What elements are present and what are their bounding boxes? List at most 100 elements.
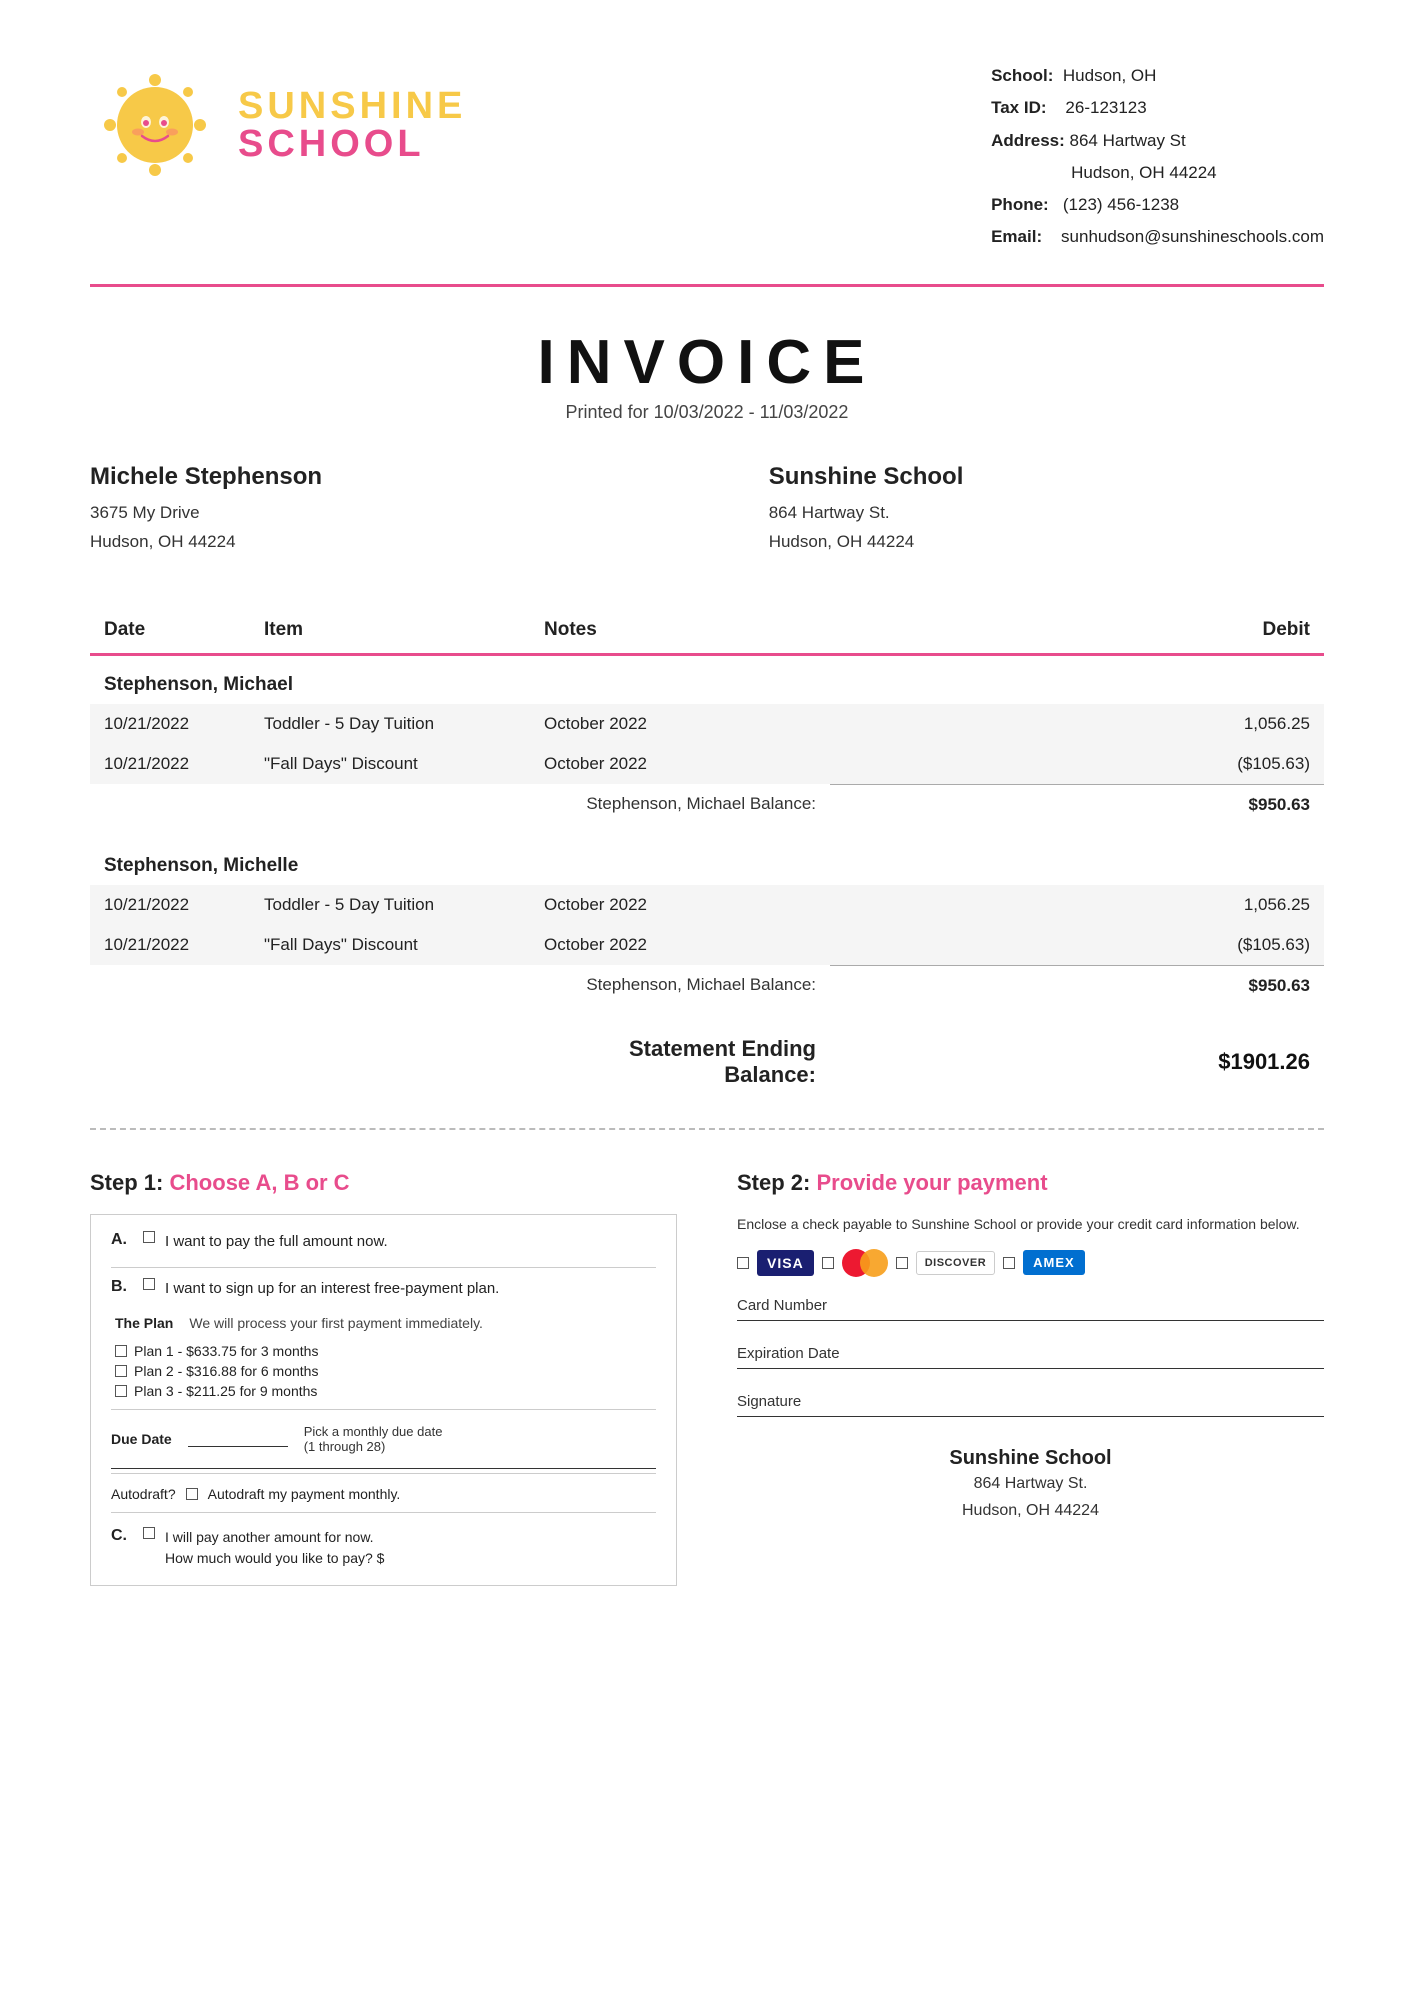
plan-item-2: Plan 2 - $316.88 for 6 months xyxy=(115,1363,656,1379)
expiration-line xyxy=(737,1368,1324,1369)
balance-row-michael: Stephenson, Michael Balance: $950.63 xyxy=(90,784,1324,825)
plan1-checkbox[interactable] xyxy=(115,1345,127,1357)
phone-label: Phone: xyxy=(991,195,1049,214)
table-row: 10/21/2022 "Fall Days" Discount October … xyxy=(90,925,1324,966)
autodraft-checkbox[interactable] xyxy=(186,1488,198,1500)
mastercard-icon xyxy=(842,1249,888,1277)
due-date-label: Due Date xyxy=(111,1431,172,1447)
balance-row-michelle: Stephenson, Michael Balance: $950.63 xyxy=(90,965,1324,1006)
plan-item-1: Plan 1 - $633.75 for 3 months xyxy=(115,1343,656,1359)
logo-area: SUNSHINE SCHOOL xyxy=(90,60,466,190)
taxid-label: Tax ID: xyxy=(991,98,1046,117)
invoice-title: INVOICE xyxy=(90,327,1324,398)
table-row: 10/21/2022 Toddler - 5 Day Tuition Octob… xyxy=(90,704,1324,744)
option-a-checkbox[interactable] xyxy=(143,1231,155,1243)
due-date-field[interactable] xyxy=(188,1431,288,1447)
section-header-michelle: Stephenson, Michelle xyxy=(90,837,1324,885)
table-row: 10/21/2022 "Fall Days" Discount October … xyxy=(90,744,1324,785)
address-label: Address: xyxy=(991,131,1065,150)
footer-school: Sunshine School 864 Hartway St. Hudson, … xyxy=(737,1447,1324,1524)
section-header-michael: Stephenson, Michael xyxy=(90,654,1324,704)
school-billing-name: Sunshine School xyxy=(769,463,1324,491)
school-phone: (123) 456-1238 xyxy=(1063,195,1179,214)
plan1-text: Plan 1 - $633.75 for 3 months xyxy=(134,1343,318,1359)
spacer xyxy=(90,825,1324,837)
discover-icon: DISCOVER xyxy=(916,1251,995,1275)
option-a-label: A. xyxy=(111,1231,133,1249)
signature-label: Signature xyxy=(737,1393,1324,1410)
logo-text: SUNSHINE SCHOOL xyxy=(238,87,466,163)
autodraft-text: Autodraft my payment monthly. xyxy=(208,1486,401,1502)
bottom-section: Step 1: Choose A, B or C A. I want to pa… xyxy=(90,1170,1324,1586)
amex-icon: AMEX xyxy=(1023,1250,1085,1275)
footer-school-addr: 864 Hartway St. Hudson, OH 44224 xyxy=(737,1470,1324,1524)
school-info: School: Hudson, OH Tax ID: 26-123123 Add… xyxy=(991,60,1324,254)
school-addr1: 864 Hartway St xyxy=(1070,131,1186,150)
plan3-checkbox[interactable] xyxy=(115,1385,127,1397)
option-b-checkbox[interactable] xyxy=(143,1278,155,1290)
option-divider xyxy=(111,1267,656,1268)
payment-options-box: A. I want to pay the full amount now. B.… xyxy=(90,1214,677,1586)
card-number-field: Card Number xyxy=(737,1297,1324,1321)
step2-desc: Enclose a check payable to Sunshine Scho… xyxy=(737,1214,1324,1235)
option-b-text: I want to sign up for an interest free-p… xyxy=(165,1278,499,1301)
visa-icon: VISA xyxy=(757,1250,814,1276)
due-date-info: Pick a monthly due date (1 through 28) xyxy=(304,1424,443,1454)
school-taxid: 26-123123 xyxy=(1065,98,1146,117)
logo-school-text: SCHOOL xyxy=(238,125,466,163)
invoice-title-section: INVOICE Printed for 10/03/2022 - 11/03/2… xyxy=(90,327,1324,423)
client-address: 3675 My Drive Hudson, OH 44224 xyxy=(90,499,645,557)
amex-checkbox[interactable] xyxy=(1003,1257,1015,1269)
card-icons: VISA DISCOVER AMEX xyxy=(737,1249,1324,1277)
school-location: Hudson, OH xyxy=(1063,66,1157,85)
step2-section: Step 2: Provide your payment Enclose a c… xyxy=(737,1170,1324,1524)
plan-item-3: Plan 3 - $211.25 for 9 months xyxy=(115,1383,656,1399)
col-notes: Notes xyxy=(530,607,830,655)
footer-school-name: Sunshine School xyxy=(737,1447,1324,1470)
school-addr2: Hudson, OH 44224 xyxy=(1071,163,1217,182)
option-b-label: B. xyxy=(111,1278,133,1296)
expiration-field: Expiration Date xyxy=(737,1345,1324,1369)
option-a-row: A. I want to pay the full amount now. xyxy=(111,1231,656,1254)
school-email: sunhudson@sunshineschools.com xyxy=(1061,227,1324,246)
due-date-underline xyxy=(111,1468,656,1469)
step1-colored-label: Choose A, B or C xyxy=(169,1170,349,1195)
billing-to: Sunshine School 864 Hartway St. Hudson, … xyxy=(769,463,1324,557)
step1-section: Step 1: Choose A, B or C A. I want to pa… xyxy=(90,1170,677,1586)
plan-divider xyxy=(111,1409,656,1410)
table-row: 10/21/2022 Toddler - 5 Day Tuition Octob… xyxy=(90,885,1324,925)
plan2-checkbox[interactable] xyxy=(115,1365,127,1377)
option-c-checkbox[interactable] xyxy=(143,1527,155,1539)
due-date-desc1: Pick a monthly due date xyxy=(304,1424,443,1439)
step2-colored-label: Provide your payment xyxy=(816,1170,1047,1195)
plan2-text: Plan 2 - $316.88 for 6 months xyxy=(134,1363,318,1379)
logo-sunshine-text: SUNSHINE xyxy=(238,87,466,125)
option-a-text: I want to pay the full amount now. xyxy=(165,1231,388,1254)
due-date-desc2: (1 through 28) xyxy=(304,1439,443,1454)
sun-logo-icon xyxy=(90,60,220,190)
step1-label: Step 1: xyxy=(90,1170,163,1195)
option-c-label: C. xyxy=(111,1527,133,1545)
visa-checkbox[interactable] xyxy=(737,1257,749,1269)
expiration-label: Expiration Date xyxy=(737,1345,1324,1362)
school-label: School: xyxy=(991,66,1053,85)
autodraft-row: Autodraft? Autodraft my payment monthly. xyxy=(111,1473,656,1502)
section-divider xyxy=(90,1128,1324,1130)
option-c-row: C. I will pay another amount for now. Ho… xyxy=(111,1527,656,1569)
signature-line xyxy=(737,1416,1324,1417)
plan3-text: Plan 3 - $211.25 for 9 months xyxy=(134,1383,317,1399)
col-date: Date xyxy=(90,607,250,655)
client-name: Michele Stephenson xyxy=(90,463,645,491)
page-header: SUNSHINE SCHOOL School: Hudson, OH Tax I… xyxy=(90,60,1324,254)
statement-balance-row: Statement Ending Balance: $1901.26 xyxy=(90,1018,1324,1098)
spacer xyxy=(90,1006,1324,1018)
plan-options: The Plan We will process your first paym… xyxy=(115,1315,656,1399)
option-b-row: B. I want to sign up for an interest fre… xyxy=(111,1278,656,1301)
invoice-period: Printed for 10/03/2022 - 11/03/2022 xyxy=(90,402,1324,423)
autodraft-label: Autodraft? xyxy=(111,1486,176,1502)
mc-checkbox[interactable] xyxy=(822,1257,834,1269)
discover-checkbox[interactable] xyxy=(896,1257,908,1269)
billing-from: Michele Stephenson 3675 My Drive Hudson,… xyxy=(90,463,645,557)
plan-label: The Plan xyxy=(115,1315,173,1331)
autodraft-divider xyxy=(111,1512,656,1513)
